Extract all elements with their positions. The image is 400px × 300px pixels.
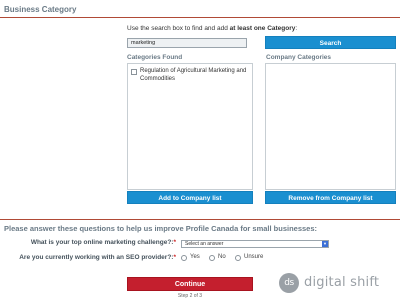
categories-found-header: Categories Found [127, 54, 183, 61]
section-divider [0, 17, 400, 18]
search-button[interactable]: Search [265, 36, 396, 49]
marketing-challenge-select[interactable]: Select an answer ▼ [181, 240, 329, 248]
radio-yes[interactable] [181, 255, 187, 261]
radio-unsure[interactable] [235, 255, 241, 261]
remove-from-company-list-button[interactable]: Remove from Company list [265, 191, 396, 204]
category-checkbox[interactable] [131, 69, 137, 75]
category-search-input[interactable]: marketing [127, 38, 247, 48]
company-categories-list[interactable] [265, 63, 396, 190]
select-value: Select an answer [185, 241, 224, 247]
radio-yes-label[interactable]: Yes [190, 254, 200, 260]
marketing-challenge-label: What is your top online marketing challe… [30, 239, 176, 246]
radio-unsure-label[interactable]: Unsure [244, 254, 263, 260]
radio-no[interactable] [209, 255, 215, 261]
company-categories-header: Company Categories [266, 54, 332, 61]
watermark-text: digital shift [304, 275, 380, 290]
digital-shift-logo-icon: ds [279, 273, 299, 293]
categories-found-list[interactable]: Regulation of Agricultural Marketing and… [127, 63, 253, 190]
search-instructions: Use the search box to find and add at le… [127, 25, 298, 32]
category-item-label: Regulation of Agricultural Marketing and… [140, 68, 247, 82]
add-to-company-list-button[interactable]: Add to Company list [127, 191, 253, 204]
business-category-title: Business Category [4, 5, 77, 14]
chevron-down-icon: ▼ [322, 241, 328, 247]
seo-provider-label: Are you currently working with an SEO pr… [19, 254, 176, 261]
radio-no-label[interactable]: No [218, 254, 226, 260]
section-divider [0, 219, 400, 220]
seo-provider-radio-group: Yes No Unsure [181, 254, 301, 263]
questions-title: Please answer these questions to help us… [4, 224, 318, 233]
step-indicator: Step 2 of 3 [177, 293, 203, 299]
continue-button[interactable]: Continue [127, 277, 253, 291]
